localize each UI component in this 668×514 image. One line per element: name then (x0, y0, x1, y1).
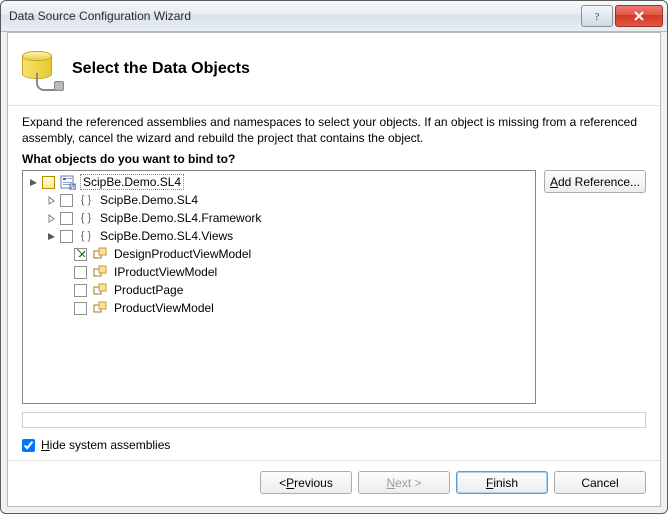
tree-node-root[interactable]: VB ScipBe.Demo.SL4 (25, 173, 533, 191)
checkbox[interactable] (60, 230, 73, 243)
expander-icon[interactable] (45, 212, 57, 224)
class-icon (92, 282, 108, 298)
page-title: Select the Data Objects (72, 60, 250, 78)
database-icon (22, 49, 58, 89)
finish-button[interactable]: Finish (456, 471, 548, 494)
class-icon (92, 246, 108, 262)
spacer-box (22, 412, 646, 428)
expander-icon[interactable] (45, 194, 57, 206)
tree-node-label: DesignProductViewModel (112, 247, 253, 261)
svg-text:VB: VB (69, 185, 76, 190)
tree-node-label: ScipBe.Demo.SL4 (98, 193, 200, 207)
tree-node-label: ScipBe.Demo.SL4 (80, 174, 184, 190)
tree-node-class[interactable]: IProductViewModel (25, 263, 533, 281)
tree-area: VB ScipBe.Demo.SL4 { } ScipBe.Demo. (22, 170, 646, 404)
window-buttons: ? (581, 5, 663, 27)
expander-icon[interactable] (27, 176, 39, 188)
hide-assemblies-label[interactable]: Hide system assemblies (41, 438, 170, 452)
tree-node-namespace[interactable]: { } ScipBe.Demo.SL4.Framework (25, 209, 533, 227)
header-band: Select the Data Objects (8, 33, 660, 106)
class-icon (92, 264, 108, 280)
expander-icon[interactable] (45, 230, 57, 242)
checkbox[interactable] (42, 176, 55, 189)
add-reference-button[interactable]: Add Reference... (544, 170, 646, 193)
wizard-window: Data Source Configuration Wizard ? Selec… (0, 0, 668, 514)
project-icon: VB (60, 174, 76, 190)
intro-text: Expand the referenced assemblies and nam… (22, 114, 646, 146)
namespace-icon: { } (78, 228, 94, 244)
hide-assemblies-row: Hide system assemblies (22, 438, 646, 452)
checkbox[interactable] (74, 248, 87, 261)
cancel-button[interactable]: Cancel (554, 471, 646, 494)
tree-node-class[interactable]: ProductViewModel (25, 299, 533, 317)
checkbox[interactable] (74, 302, 87, 315)
tree-node-label: IProductViewModel (112, 265, 219, 279)
previous-button[interactable]: < Previous (260, 471, 352, 494)
titlebar: Data Source Configuration Wizard ? (1, 1, 667, 32)
wizard-footer: < Previous Next > Finish Cancel (8, 460, 660, 506)
content-frame: Select the Data Objects Expand the refer… (7, 32, 661, 507)
svg-text:?: ? (595, 11, 600, 22)
class-icon (92, 300, 108, 316)
tree-node-class[interactable]: ProductPage (25, 281, 533, 299)
tree-node-class[interactable]: DesignProductViewModel (25, 245, 533, 263)
checkbox[interactable] (74, 284, 87, 297)
object-tree[interactable]: VB ScipBe.Demo.SL4 { } ScipBe.Demo. (22, 170, 536, 404)
tree-node-label: ProductViewModel (112, 301, 216, 315)
checkbox[interactable] (60, 212, 73, 225)
wizard-body: Expand the referenced assemblies and nam… (8, 106, 660, 460)
window-title: Data Source Configuration Wizard (9, 9, 581, 23)
tree-node-label: ScipBe.Demo.SL4.Framework (98, 211, 263, 225)
tree-node-label: ProductPage (112, 283, 185, 297)
tree-node-label: ScipBe.Demo.SL4.Views (98, 229, 235, 243)
tree-node-namespace[interactable]: { } ScipBe.Demo.SL4.Views (25, 227, 533, 245)
bind-question: What objects do you want to bind to? (22, 152, 646, 166)
close-button[interactable] (615, 5, 663, 27)
side-buttons: Add Reference... (544, 170, 646, 404)
namespace-icon: { } (78, 192, 94, 208)
namespace-icon: { } (78, 210, 94, 226)
hide-assemblies-checkbox[interactable] (22, 439, 35, 452)
checkbox[interactable] (60, 194, 73, 207)
tree-node-namespace[interactable]: { } ScipBe.Demo.SL4 (25, 191, 533, 209)
checkbox[interactable] (74, 266, 87, 279)
next-button[interactable]: Next > (358, 471, 450, 494)
help-button[interactable]: ? (581, 5, 613, 27)
